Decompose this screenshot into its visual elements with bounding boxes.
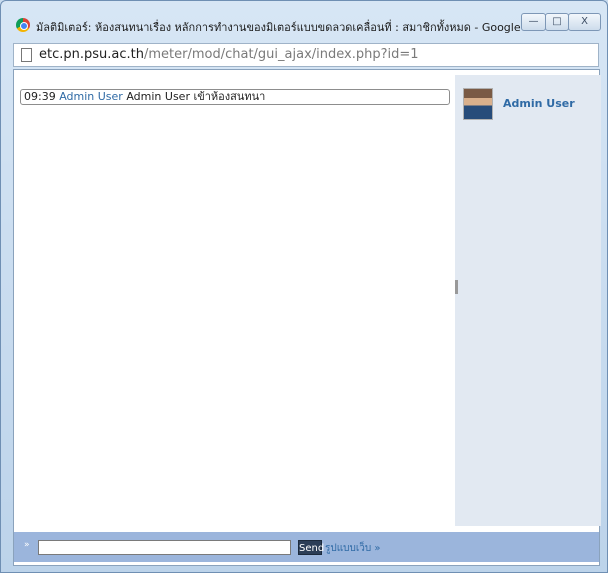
url-text: etc.pn.psu.ac.th/meter/mod/chat/gui_ajax…	[39, 47, 419, 62]
message-composer: » Send รูปแบบเว็บ »	[14, 532, 599, 562]
close-button[interactable]: X	[568, 13, 601, 31]
url-path: /meter/mod/chat/gui_ajax/index.php?id=1	[143, 47, 419, 62]
message-time: 09:39	[24, 90, 56, 103]
maximize-button[interactable]: □	[545, 13, 569, 31]
prompt-marker: »	[24, 540, 30, 550]
chrome-icon	[16, 18, 30, 32]
panel-splitter-handle[interactable]	[455, 280, 458, 294]
message-text: Admin User เข้าห้องสนทนา	[126, 90, 266, 103]
minimize-button[interactable]: —	[521, 13, 546, 31]
title-bar: มัลติมิเตอร์: ห้องสนทนาเรื่อง หลักการทำง…	[1, 1, 607, 37]
chat-page: 09:39 Admin User Admin User เข้าห้องสนทน…	[13, 69, 601, 566]
window-title: มัลติมิเตอร์: ห้องสนทนาเรื่อง หลักการทำง…	[36, 21, 522, 34]
chat-messages-area: 09:39 Admin User Admin User เข้าห้องสนทน…	[14, 70, 454, 532]
browser-popup-window: มัลติมิเตอร์: ห้องสนทนาเรื่อง หลักการทำง…	[0, 0, 608, 573]
chat-message: 09:39 Admin User Admin User เข้าห้องสนทน…	[20, 89, 450, 105]
page-icon	[21, 48, 32, 62]
message-user-link[interactable]: Admin User	[59, 90, 123, 103]
url-domain: etc.pn.psu.ac.th	[39, 47, 144, 62]
avatar[interactable]	[463, 88, 493, 120]
message-input[interactable]	[38, 540, 291, 555]
theme-link[interactable]: รูปแบบเว็บ »	[325, 541, 381, 556]
send-button[interactable]: Send	[298, 540, 324, 555]
users-panel: Admin User	[455, 75, 601, 526]
address-bar[interactable]: etc.pn.psu.ac.th/meter/mod/chat/gui_ajax…	[13, 43, 599, 67]
user-list-name[interactable]: Admin User	[503, 97, 575, 110]
